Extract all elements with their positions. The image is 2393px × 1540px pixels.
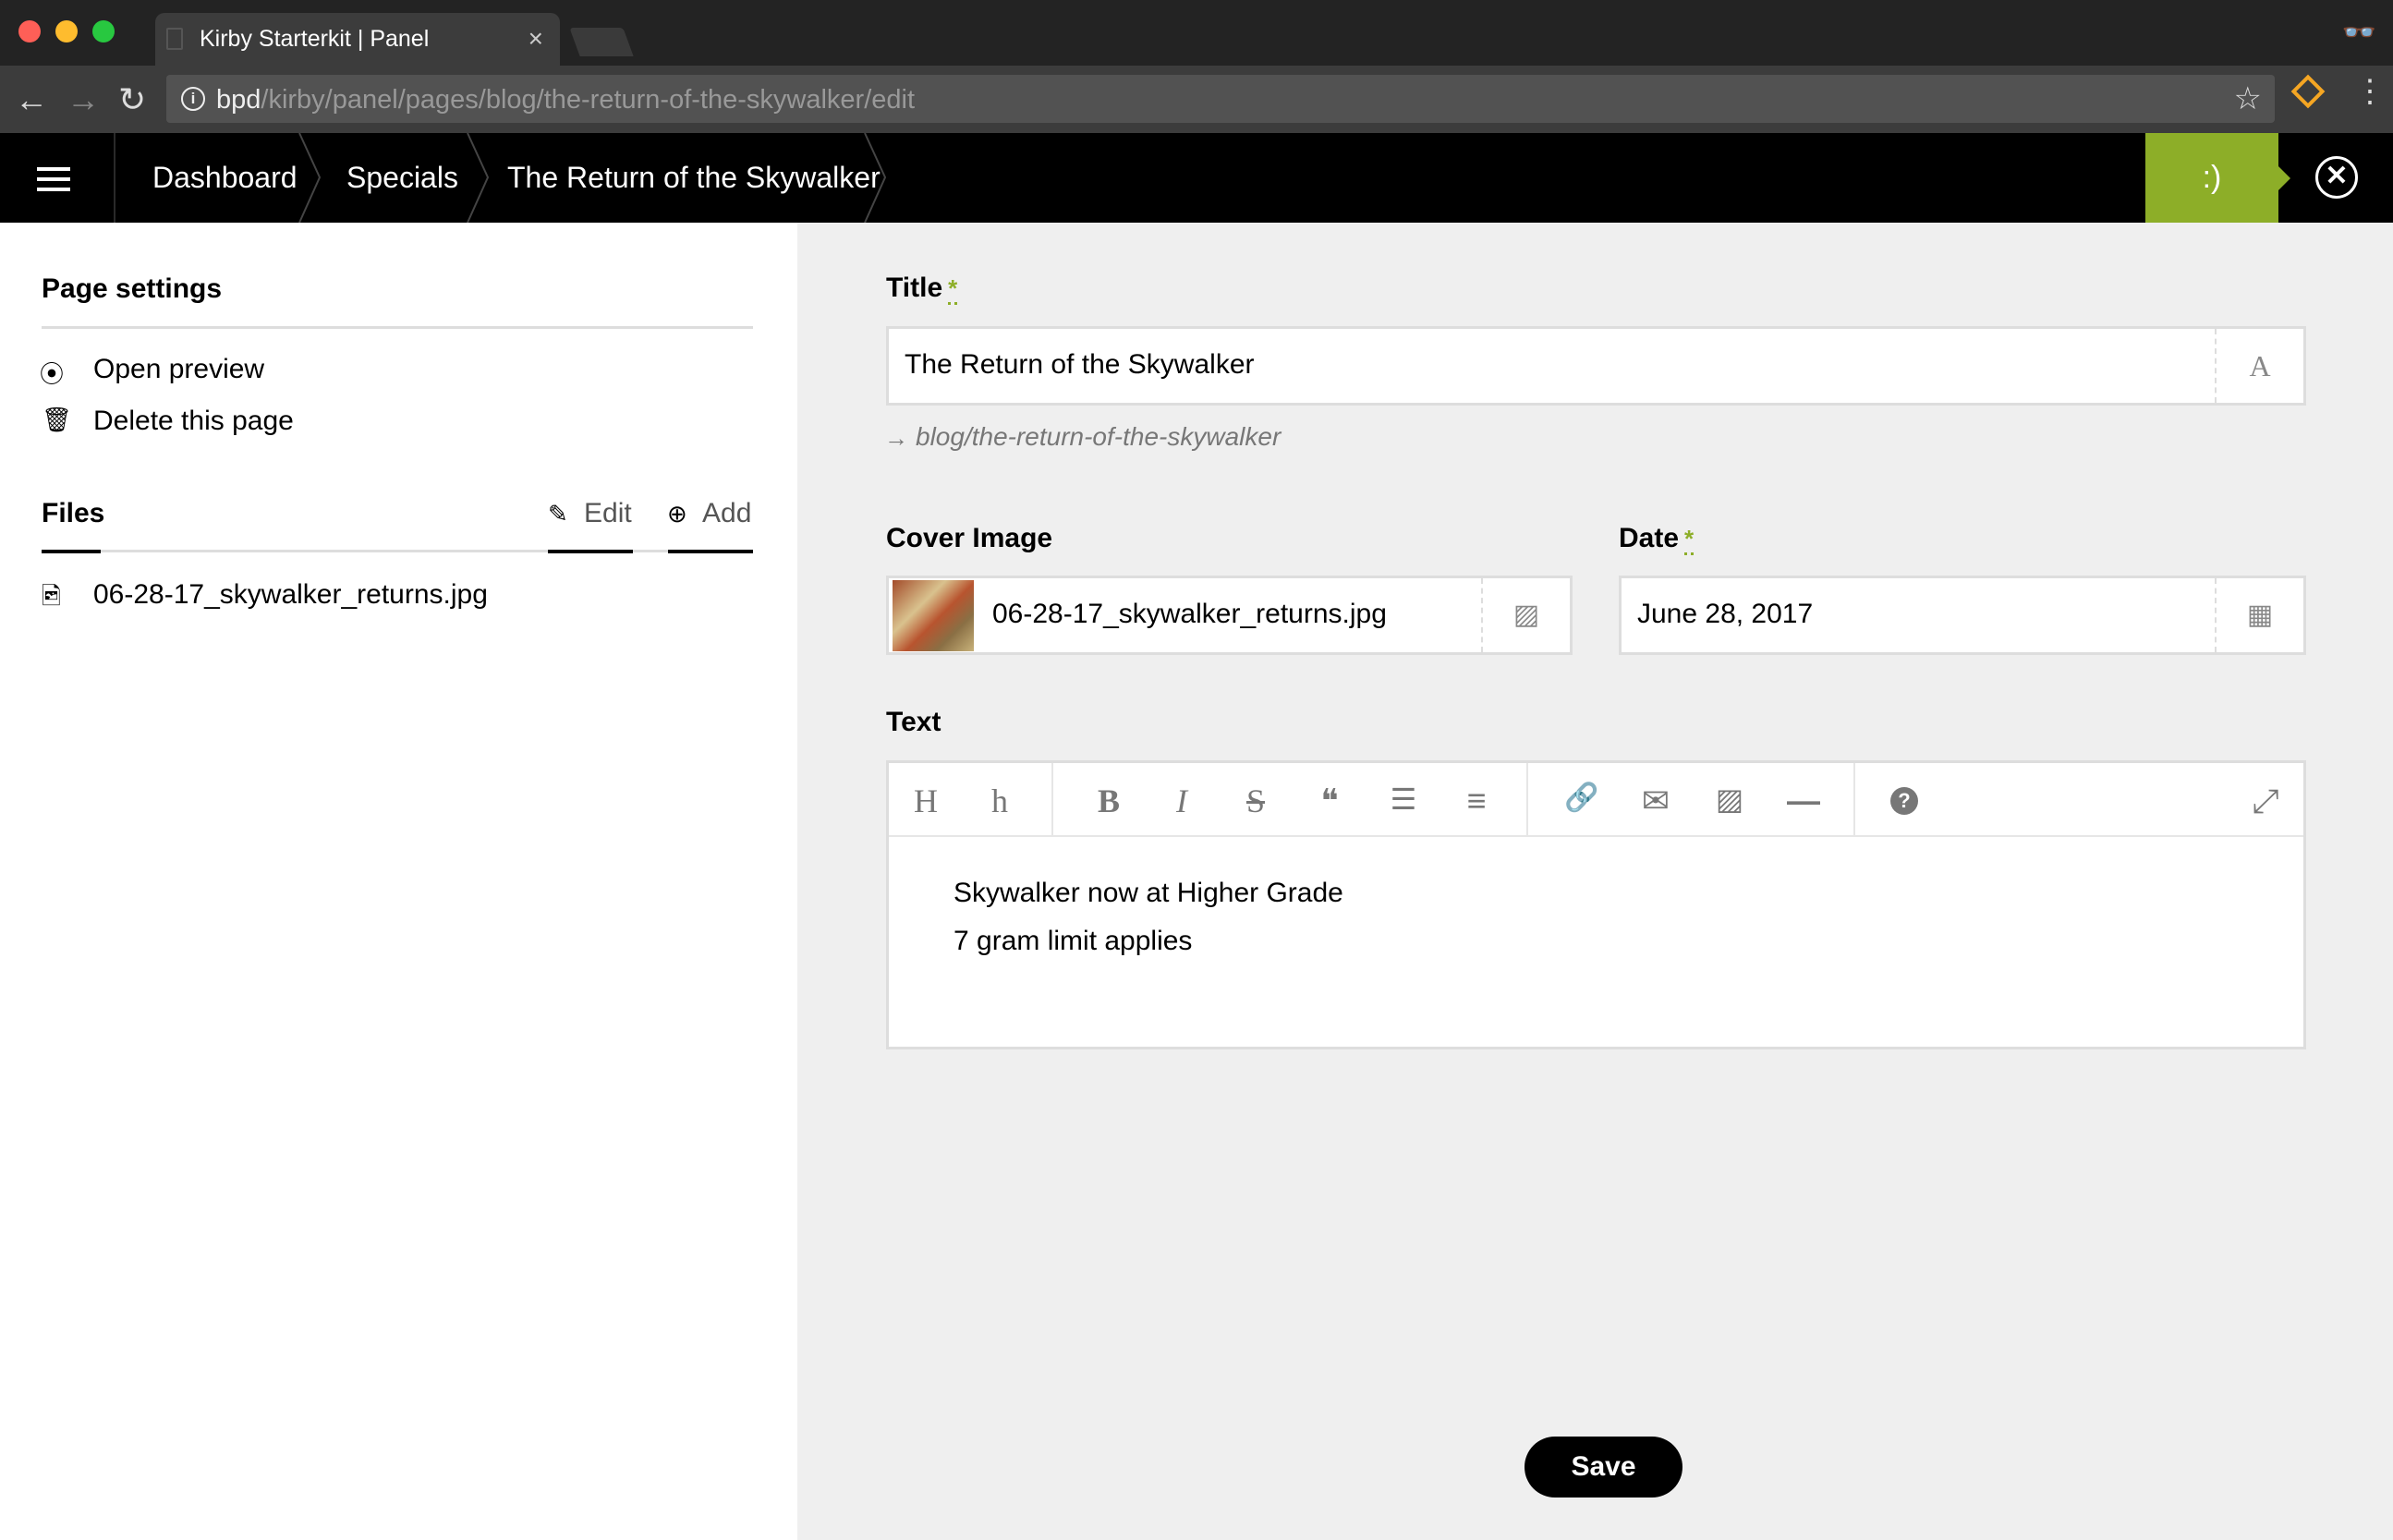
breadcrumb-separator-icon	[464, 132, 492, 224]
calendar-icon[interactable]: ▦	[2215, 578, 2303, 652]
status-indicator: :)	[2145, 133, 2278, 223]
image-icon[interactable]: ▨	[1711, 782, 1748, 817]
status-indicator-tip	[2278, 166, 2290, 190]
menu-icon[interactable]	[37, 167, 70, 191]
date-field[interactable]: June 28, 2017 ▦	[1619, 576, 2306, 655]
arrow-icon: →	[884, 424, 908, 452]
breadcrumb-separator-icon	[861, 132, 889, 224]
fullscreen-icon[interactable]: ⤢	[2247, 782, 2284, 821]
date-input[interactable]: June 28, 2017	[1637, 599, 1813, 630]
files-edit-underline	[548, 550, 633, 553]
text-label: Text	[886, 707, 941, 737]
numbered-list-icon[interactable]: ≡	[1458, 782, 1495, 820]
site-info-icon[interactable]: i	[181, 87, 205, 111]
tab-close-icon[interactable]: ×	[528, 24, 543, 54]
files-heading: Files	[42, 498, 105, 528]
bookmark-star-icon[interactable]: ☆	[2234, 80, 2262, 117]
bullet-list-icon[interactable]: ☰	[1385, 782, 1422, 817]
browser-tab[interactable]: Kirby Starterkit | Panel ×	[155, 13, 560, 66]
heading-2-icon[interactable]: h	[981, 782, 1018, 820]
window-minimize-button[interactable]	[55, 20, 78, 42]
image-file-icon: 🖻	[42, 582, 61, 610]
quote-icon[interactable]: ❝	[1311, 782, 1348, 820]
text-editor: H h B I S ❝ ☰ ≡ 🔗 ✉ ▨ — ? ⤢ Skywalker no…	[886, 760, 2306, 1049]
open-preview-link[interactable]: Open preview	[93, 354, 264, 385]
cover-image-field[interactable]: 06-28-17_skywalker_returns.jpg ▨	[886, 576, 1573, 655]
breadcrumb-specials[interactable]: Specials	[346, 161, 458, 195]
play-circle-icon: ⦿	[40, 360, 65, 388]
url-text: bpd/kirby/panel/pages/blog/the-return-of…	[216, 85, 916, 115]
files-add-underline	[668, 550, 753, 553]
back-icon[interactable]: ←	[15, 80, 48, 119]
divider	[42, 326, 753, 329]
cover-image-label: Cover Image	[886, 523, 1053, 553]
page-favicon-icon	[166, 28, 183, 50]
browser-tab-bar: Kirby Starterkit | Panel × 👓	[0, 0, 2393, 66]
divider	[42, 550, 753, 552]
title-label: Title *	[886, 273, 958, 305]
window-maximize-button[interactable]	[92, 20, 115, 42]
files-heading-underline	[42, 550, 101, 553]
editor-toolbar: H h B I S ❝ ☰ ≡ 🔗 ✉ ▨ — ? ⤢	[889, 763, 2303, 837]
breadcrumb-current-page[interactable]: The Return of the Skywalker	[507, 161, 881, 195]
required-marker: *	[1684, 525, 1695, 555]
email-icon[interactable]: ✉	[1637, 782, 1674, 820]
heading-1-icon[interactable]: H	[907, 782, 944, 820]
browser-menu-icon[interactable]: ⋮	[2354, 76, 2386, 107]
toolbar-divider	[1526, 763, 1528, 837]
main-content: Title * The Return of the Skywalker A → b…	[797, 223, 2393, 1540]
url-input[interactable]: i bpd/kirby/panel/pages/blog/the-return-…	[166, 75, 2275, 123]
link-icon[interactable]: 🔗	[1563, 782, 1600, 814]
line-icon[interactable]: —	[1785, 782, 1822, 820]
plus-circle-icon: ⊕	[667, 500, 687, 527]
tab-title: Kirby Starterkit | Panel	[200, 26, 430, 52]
new-tab-button[interactable]	[569, 28, 634, 56]
italic-icon[interactable]: I	[1163, 782, 1200, 820]
toolbar-divider	[1051, 763, 1053, 837]
text-format-icon: A	[2215, 329, 2303, 403]
text-content[interactable]: Skywalker now at Higher Grade 7 gram lim…	[954, 878, 1343, 957]
url-hint: blog/the-return-of-the-skywalker	[916, 422, 1282, 451]
strikethrough-icon[interactable]: S	[1237, 782, 1274, 820]
date-label: Date *	[1619, 523, 1695, 555]
title-field[interactable]: The Return of the Skywalker A	[886, 326, 2306, 406]
required-marker: *	[948, 274, 958, 305]
cover-image-value: 06-28-17_skywalker_returns.jpg	[992, 599, 1387, 629]
toolbar-divider	[1853, 763, 1855, 837]
panel-topbar: Dashboard Specials The Return of the Sky…	[0, 132, 2393, 224]
breadcrumb-separator-icon	[296, 132, 323, 224]
pencil-icon: ✎	[548, 500, 568, 527]
trash-icon: 🗑	[42, 406, 73, 433]
files-add-button[interactable]: Add	[702, 498, 751, 529]
breadcrumb-dashboard[interactable]: Dashboard	[152, 161, 298, 195]
delete-page-link[interactable]: Delete this page	[93, 406, 294, 437]
address-bar-row: ← → ↻ i bpd/kirby/panel/pages/blog/the-r…	[0, 66, 2393, 133]
file-list-item[interactable]: 06-28-17_skywalker_returns.jpg	[93, 579, 488, 611]
close-icon[interactable]: ✕	[2315, 156, 2358, 199]
page-settings-heading: Page settings	[42, 273, 223, 304]
reload-icon[interactable]: ↻	[118, 80, 146, 119]
image-picker-icon[interactable]: ▨	[1481, 578, 1570, 652]
divider	[114, 133, 115, 223]
sidebar: Page settings ⦿ Open preview 🗑 Delete th…	[0, 223, 797, 1540]
incognito-icon: 👓	[2341, 18, 2376, 48]
text-line: 7 gram limit applies	[954, 926, 1193, 956]
bold-icon[interactable]: B	[1090, 782, 1127, 820]
files-edit-button[interactable]: Edit	[584, 498, 632, 529]
text-line: Skywalker now at Higher Grade	[954, 878, 1343, 908]
help-icon[interactable]: ?	[1890, 787, 1918, 815]
window-close-button[interactable]	[18, 20, 41, 42]
save-button[interactable]: Save	[1524, 1437, 1682, 1498]
forward-icon[interactable]: →	[67, 80, 100, 119]
cover-thumbnail	[893, 580, 974, 651]
title-input[interactable]: The Return of the Skywalker	[905, 349, 1255, 381]
